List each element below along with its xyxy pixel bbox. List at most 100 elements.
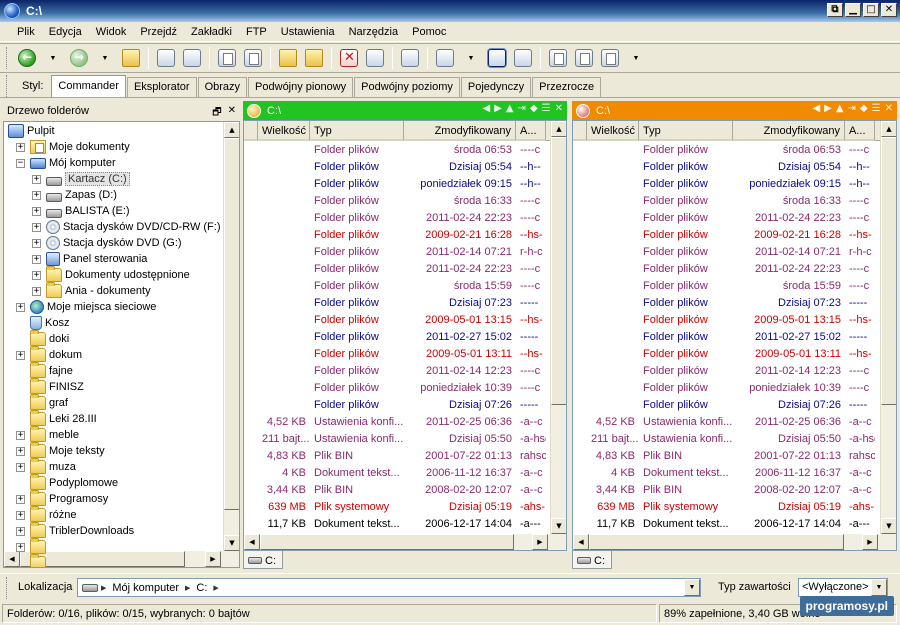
tree-item[interactable]: Programosy [30,490,108,507]
menu-plik[interactable]: Plik [10,24,42,40]
stylebar-grip[interactable] [6,75,9,97]
file-row[interactable]: Folder plików poniedziałek 10:39 ----c [573,380,880,397]
nav-swap-icon[interactable]: ◆ [860,103,868,114]
right-hscrollbar[interactable]: ◀ ▶ [573,534,896,550]
scroll-down-button[interactable]: ▼ [551,518,566,534]
column-modified-header[interactable]: Zmodyfikowany [404,121,516,141]
file-row[interactable]: Folder plików środa 16:33 ----c [573,193,880,210]
find-select-button[interactable] [180,46,204,70]
pane-close-icon[interactable]: ✕ [885,103,893,114]
tree-item[interactable]: różne [30,506,77,523]
move-to-dropdown[interactable]: ▼ [459,46,483,70]
file-row[interactable]: Folder plików środa 15:59 ----c [244,278,550,295]
tree-item[interactable]: Kosz [30,315,69,331]
left-drive-tab-c[interactable]: C: [243,551,283,569]
file-row[interactable]: 11,7 KB Dokument tekst... 2006-12-17 14:04… [244,516,550,533]
style-tab-eksplorator[interactable]: Eksplorator [126,77,197,97]
nav-up-icon[interactable]: ▲ [506,103,514,114]
menu-edycja[interactable]: Edycja [42,24,89,40]
file-row[interactable]: 639 MB Plik systemowy Dzisiaj 05:19 -ahs- [573,499,880,516]
file-row[interactable]: Folder plików poniedziałek 10:39 ----c [244,380,550,397]
properties-button[interactable] [572,46,596,70]
file-row[interactable]: 3,44 KB Plik BIN 2008-02-20 12:07 -a--c [573,482,880,499]
tree-item[interactable]: Moje miejsca sieciowe [30,299,156,315]
tree-expander[interactable]: + [32,239,41,248]
tree-item[interactable]: Moje dokumenty [30,139,130,155]
column-attributes-header[interactable]: A... [845,121,875,141]
nav-back-icon[interactable]: ◀ [812,103,820,114]
column-size-header[interactable]: Wielkość [258,121,310,141]
scroll-thumb[interactable] [551,137,566,405]
menu-zakladki[interactable]: Zakładki [184,24,239,40]
file-row[interactable]: Folder plików Dzisiaj 05:54 --h-- [244,159,550,176]
menu-narzedzia[interactable]: Narzędzia [342,24,406,40]
tree-item[interactable]: Podyplomowe [30,474,118,491]
nav-last-icon[interactable]: ⇥ [518,103,526,114]
file-row[interactable]: Folder plików 2011-02-14 12:23 ----c [244,363,550,380]
tree-expander[interactable]: + [32,223,41,232]
tree-item[interactable]: Leki 28.III [30,410,97,427]
tree-item[interactable]: fajne [30,362,73,379]
tree-expander[interactable]: + [16,447,25,456]
locbar-grip[interactable] [6,576,9,599]
tree-item[interactable]: graf [30,394,68,411]
style-tab-przezrocze[interactable]: Przezrocze [532,77,602,97]
style-tab-commander[interactable]: Commander [51,75,126,97]
rename-button[interactable] [302,46,326,70]
nav-menu-icon[interactable]: ☰ [872,103,881,114]
dual-pane-button[interactable] [485,46,509,70]
file-row[interactable]: Folder plików środa 06:53 ----c [244,142,550,159]
edit-dropdown[interactable]: ▼ [624,46,648,70]
file-row[interactable]: Folder plików 2009-02-21 16:28 --hs- [244,227,550,244]
column-size-header[interactable]: Wielkość [587,121,639,141]
tree-item[interactable] [30,538,49,555]
file-row[interactable]: Folder plików 2009-05-01 13:11 --hs- [573,346,880,363]
breadcrumb-computer[interactable]: Mój komputer [112,582,179,594]
tree-expander[interactable]: + [16,543,25,552]
restore-button[interactable]: ⧉ [827,3,843,17]
style-tab-podwojny-pionowy[interactable]: Podwójny pionowy [248,77,354,97]
menu-widok[interactable]: Widok [89,24,134,40]
location-dropdown-button[interactable]: ▼ [684,579,700,596]
tree-item[interactable]: muza [30,458,76,475]
tree-scroll-left[interactable]: ◀ [4,551,20,567]
content-type-select[interactable]: <Wyłączone> ▼ [798,578,888,597]
nav-swap-icon[interactable]: ◆ [530,103,538,114]
column-attributes-header[interactable]: A... [516,121,546,141]
maximize-button[interactable]: □ [863,3,879,17]
file-row[interactable]: Folder plików Dzisiaj 07:23 ----- [573,295,880,312]
forward-dropdown[interactable]: ▼ [93,46,117,70]
scroll-down-button[interactable]: ▼ [881,518,896,534]
column-type-header[interactable]: Typ [639,121,733,141]
scroll-up-button[interactable]: ▲ [551,121,566,137]
move-to-button[interactable] [433,46,457,70]
scroll-left-button[interactable]: ◀ [244,534,260,550]
tree-expander[interactable]: + [32,287,41,296]
tree-expander[interactable]: + [16,303,25,312]
edit-button[interactable] [598,46,622,70]
file-row[interactable]: Folder plików Dzisiaj 07:26 ----- [244,397,550,414]
tree-expander[interactable]: + [16,495,25,504]
delete-button[interactable] [337,46,361,70]
tree-item[interactable]: Dokumenty udostępnione [46,266,190,283]
file-row[interactable]: Folder plików poniedziałek 09:15 --h-- [573,176,880,193]
file-row[interactable]: 11,7 KB Dokument tekst... 2006-12-17 14:04… [573,516,880,533]
left-vscrollbar[interactable]: ▲ ▼ [550,121,566,534]
tree-item[interactable]: BALISTA (E:) [46,203,130,219]
file-row[interactable]: 3,44 KB Plik BIN 2008-02-20 12:07 -a--c [244,482,550,499]
toolbar-grip[interactable] [6,47,9,69]
file-row[interactable]: Folder plików środa 06:53 ----c [573,142,880,159]
right-vscrollbar[interactable]: ▲ ▼ [880,121,896,534]
tree-item[interactable]: Ania - dokumenty [46,282,151,299]
file-row[interactable]: Folder plików 2009-05-01 13:15 --hs- [573,312,880,329]
scroll-up-button[interactable]: ▲ [881,121,896,137]
checklist-button[interactable] [546,46,570,70]
tree-item[interactable]: Moje teksty [30,442,105,459]
column-type-header[interactable]: Typ [310,121,404,141]
file-row[interactable]: Folder plików Dzisiaj 07:26 ----- [573,397,880,414]
right-drive-tab-c[interactable]: C: [572,551,612,569]
tree-item[interactable]: meble [30,426,79,443]
tree-scroll-thumb[interactable] [224,138,239,510]
preview-pane-button[interactable] [511,46,535,70]
undo-button[interactable] [363,46,387,70]
